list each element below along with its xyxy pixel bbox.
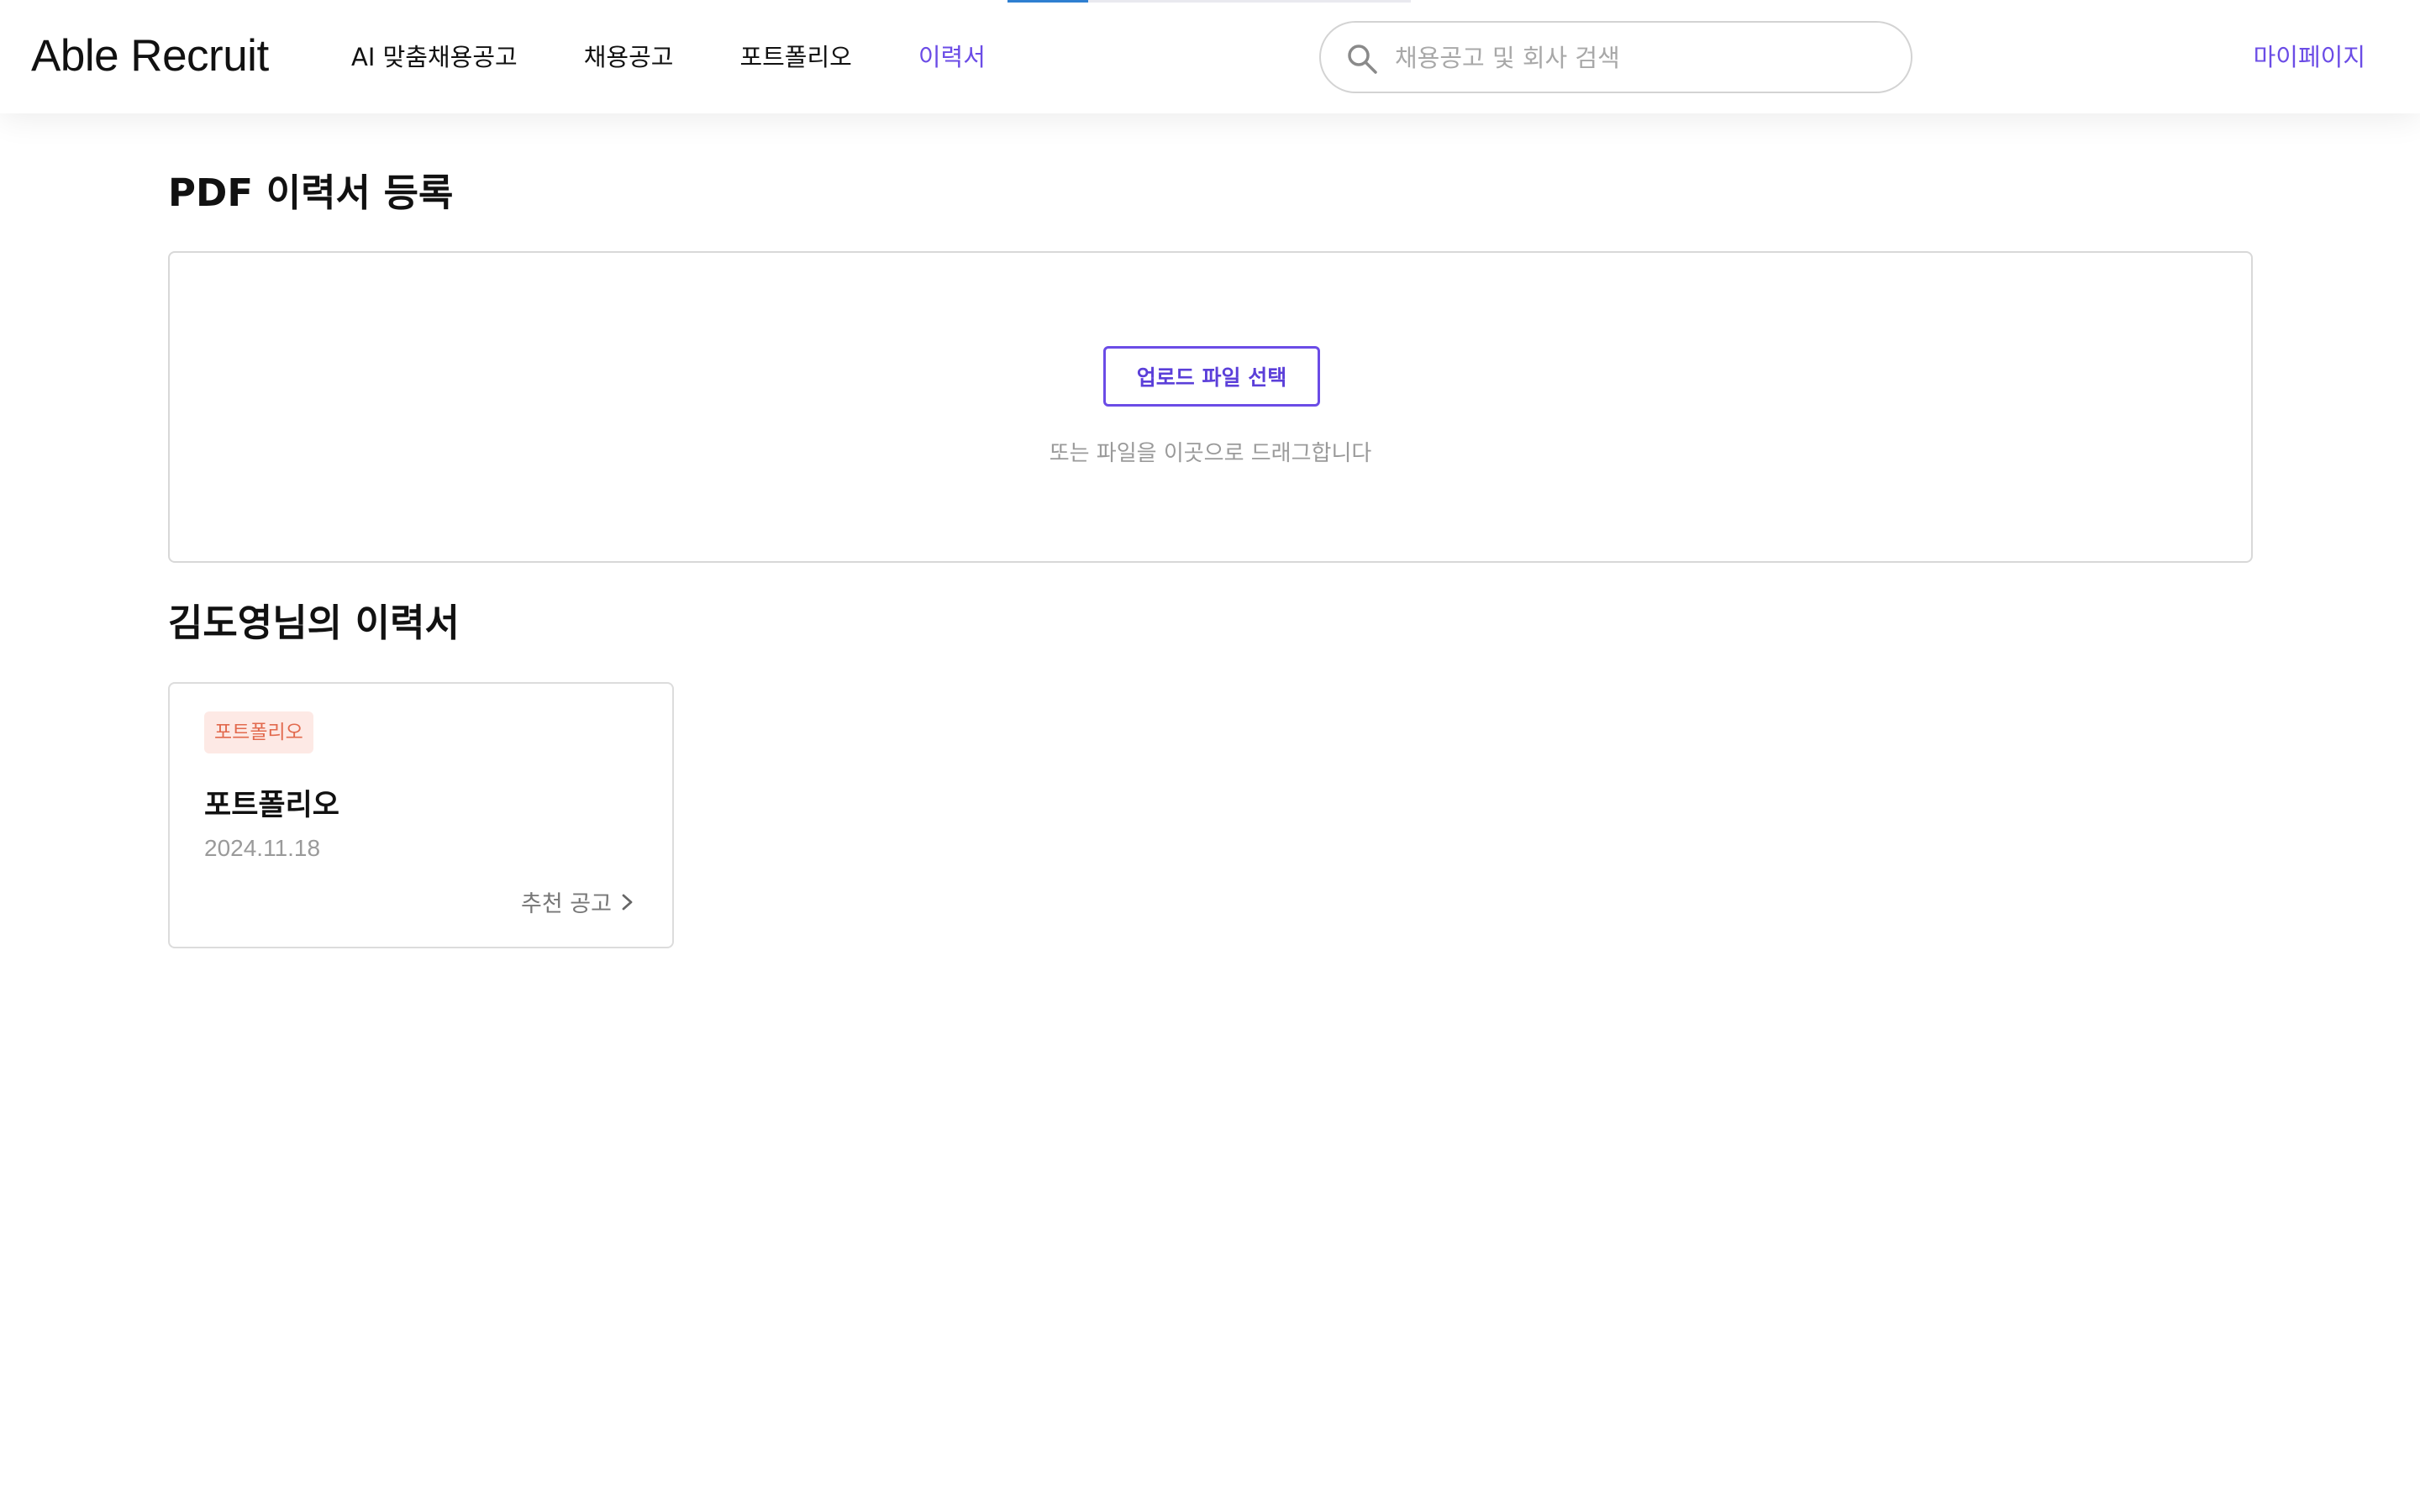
search-bar[interactable] [1319,21,1912,93]
recommended-jobs-link[interactable]: 추천 공고 [521,885,635,918]
mypage-link[interactable]: 마이페이지 [2254,37,2365,77]
app-logo[interactable]: Able Recruit [31,29,269,84]
resume-card[interactable]: 포트폴리오 포트폴리오 2024.11.18 추천 공고 [168,682,674,948]
resume-list-title: 김도영님의 이력서 [168,601,460,645]
drag-drop-hint: 또는 파일을 이곳으로 드래그합니다 [1049,441,1372,466]
resume-upload-dropzone[interactable]: 업로드 파일 선택 또는 파일을 이곳으로 드래그합니다 [168,251,2253,563]
page-loading-bar-fill [1007,0,1088,3]
resume-title: 포트폴리오 [204,789,340,822]
nav-item-ai-jobs[interactable]: AI 맞춤채용공고 [351,37,518,77]
page-loading-bar [1007,0,1411,3]
main-nav: AI 맞춤채용공고 채용공고 포트폴리오 이력서 [351,37,986,77]
search-icon[interactable] [1346,43,1378,75]
nav-item-portfolio[interactable]: 포트폴리오 [739,37,851,77]
chevron-right-icon [622,894,633,910]
nav-item-jobs[interactable]: 채용공고 [584,37,674,77]
select-upload-file-button[interactable]: 업로드 파일 선택 [1103,346,1320,407]
recommended-jobs-label: 추천 공고 [521,891,612,917]
search-input[interactable] [1395,38,1891,78]
resume-type-badge: 포트폴리오 [204,711,313,753]
top-header: Able Recruit AI 맞춤채용공고 채용공고 포트폴리오 이력서 마이… [0,0,2420,113]
resume-date: 2024.11.18 [204,835,321,861]
nav-item-resume[interactable]: 이력서 [918,37,986,77]
upload-section-title: PDF 이력서 등록 [168,171,454,215]
